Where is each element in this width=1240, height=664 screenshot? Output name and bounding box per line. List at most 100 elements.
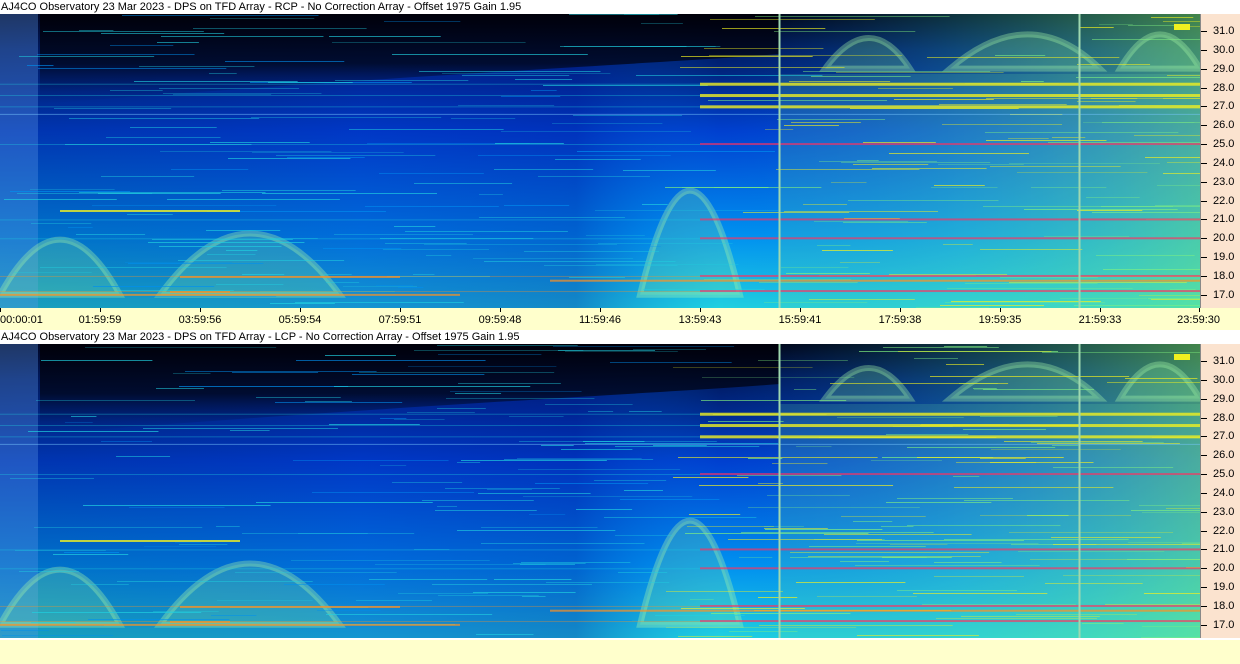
spectral-streak (808, 556, 981, 557)
spectral-streak (117, 290, 234, 291)
spectral-streak (98, 193, 221, 194)
spectrogram-plot-area (0, 344, 1200, 638)
spectral-streak (872, 168, 987, 169)
spectral-streak (37, 54, 195, 55)
spectral-streak (235, 572, 397, 573)
y-tick (1201, 294, 1207, 296)
spectral-streak (173, 94, 272, 95)
spectral-streak (930, 376, 1130, 377)
y-tick-label: 24.0 (1213, 486, 1235, 499)
spectral-streak (228, 158, 351, 159)
spectral-streak (809, 299, 915, 300)
y-tick-label: 31.0 (1213, 354, 1235, 367)
spectral-streak (889, 153, 1029, 154)
interference-band (0, 568, 700, 570)
y-tick (1201, 379, 1207, 381)
interference-band (0, 436, 700, 438)
spectral-streak (419, 71, 601, 72)
spectral-streak (985, 132, 1179, 133)
spectral-streak (30, 189, 115, 190)
spectral-streak (501, 131, 691, 132)
spectral-streak (284, 584, 385, 585)
spectral-streak (1048, 142, 1200, 143)
spectral-streak (741, 532, 934, 533)
frequency-axis: 31.0 30.0 29.0 28.0 27.0 26.0 25.0 24.0 23.0 22.0… (1200, 344, 1240, 638)
spectral-streak (122, 15, 319, 16)
x-tick-label: 15:59:41 (778, 314, 822, 326)
spectral-streak (329, 36, 441, 37)
spectral-streak (995, 55, 1046, 56)
spectral-streak (293, 460, 449, 461)
spectral-streak (68, 227, 93, 228)
y-tick-label: 29.0 (1213, 62, 1235, 75)
spectral-streak (422, 500, 534, 501)
spectral-streak (814, 221, 909, 222)
x-tick (400, 308, 401, 312)
spectral-streak (953, 476, 980, 477)
spectral-streak (407, 412, 475, 413)
spectral-streak (19, 571, 79, 572)
spectral-streak (699, 485, 894, 486)
spectral-streak (71, 584, 129, 585)
spectral-streak (171, 169, 249, 170)
spectral-streak (940, 305, 1045, 306)
spectral-streak (1074, 305, 1200, 306)
y-tick (1201, 257, 1207, 259)
spectral-streak (206, 230, 281, 231)
spectral-streak (863, 142, 936, 143)
interference-band (700, 412, 1200, 416)
spectral-streak (561, 449, 633, 450)
interference-band (0, 238, 700, 240)
spectral-streak (334, 386, 531, 387)
spectral-streak (624, 14, 660, 15)
spectral-streak (1163, 173, 1200, 174)
spectral-streak (546, 582, 670, 583)
emission-burst (550, 279, 1200, 282)
spectral-streak (687, 526, 774, 527)
spectral-streak (624, 490, 663, 491)
spectral-streak (673, 367, 813, 368)
spectral-streak (10, 478, 94, 479)
y-tick (1201, 530, 1207, 532)
x-tick-label: 17:59:38 (878, 314, 922, 326)
spectral-streak (927, 57, 1120, 58)
spectral-streak (1018, 551, 1165, 552)
y-tick (1201, 624, 1207, 626)
calibration-marker (1174, 354, 1190, 360)
emission-burst (170, 621, 230, 624)
x-tick (1000, 308, 1001, 312)
spectral-streak (938, 164, 1024, 165)
spectral-streak (14, 272, 92, 273)
spectral-streak (604, 517, 757, 518)
spectral-streak (175, 542, 202, 543)
spectral-streak (455, 393, 502, 394)
spectral-streak (1053, 544, 1200, 545)
spectral-streak (134, 81, 298, 82)
spectrogram-plot-area (0, 14, 1200, 308)
spectral-streak (748, 507, 920, 508)
y-tick (1201, 417, 1207, 419)
spectral-streak (4, 199, 117, 200)
y-tick (1201, 275, 1207, 277)
spectral-streak (784, 211, 939, 212)
spectral-streak (380, 465, 407, 466)
spectral-streak (1, 630, 49, 631)
spectral-streak (76, 234, 146, 235)
spectral-streak (973, 388, 997, 389)
y-tick (1201, 125, 1207, 127)
spectral-streak (1157, 185, 1200, 186)
spectral-streak (1128, 25, 1177, 26)
spectral-streak (458, 383, 561, 384)
spectral-streak (413, 274, 435, 275)
spectral-streak (156, 388, 204, 389)
spectral-streak (665, 187, 769, 188)
emission-burst (180, 275, 400, 278)
spectral-streak (777, 119, 886, 120)
spectral-streak (524, 251, 660, 252)
spectral-streak (944, 539, 1129, 540)
spectral-streak (1021, 81, 1044, 82)
spectral-streak (739, 557, 773, 558)
spectral-streak (535, 483, 649, 484)
y-tick (1201, 68, 1207, 70)
spectral-streak (1060, 298, 1147, 299)
